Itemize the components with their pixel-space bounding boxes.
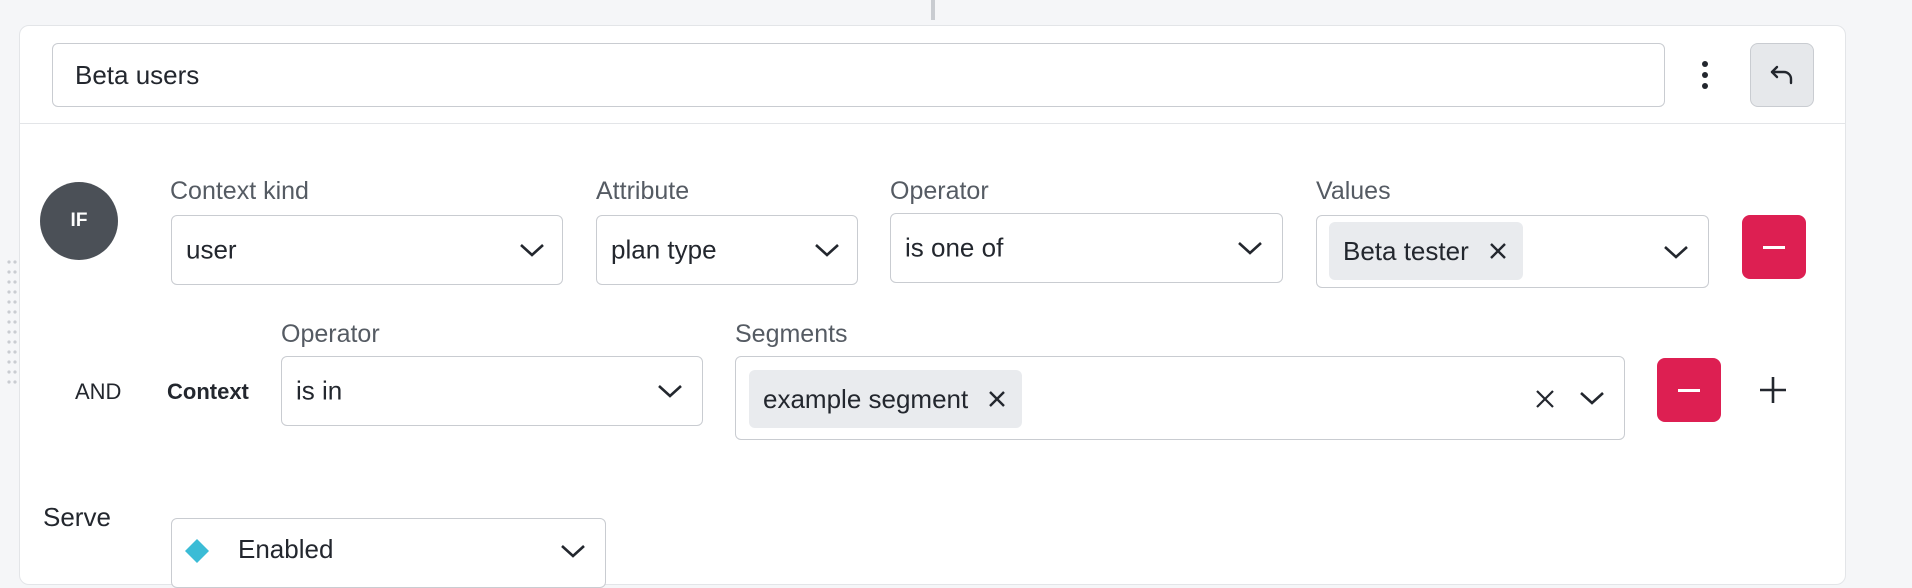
attribute-label: Attribute	[596, 177, 690, 205]
value-chip: Beta tester	[1329, 222, 1523, 280]
kebab-icon	[1702, 61, 1708, 89]
attribute-select[interactable]: plan type	[596, 215, 858, 285]
chevron-down-icon	[520, 244, 544, 257]
minus-icon	[1678, 388, 1700, 392]
serve-label: Serve	[43, 502, 111, 532]
segment-operator-value: is in	[296, 375, 343, 406]
value-chip-label: Beta tester	[1343, 235, 1469, 266]
serve-variation-select[interactable]: Enabled	[171, 518, 606, 588]
plus-icon	[1760, 377, 1786, 403]
remove-clause-button[interactable]	[1742, 215, 1806, 279]
chevron-down-icon	[1580, 392, 1604, 405]
attribute-value: plan type	[611, 234, 717, 265]
chevron-down-icon	[658, 385, 682, 398]
segments-label: Segments	[735, 320, 848, 348]
context-kind-label: Context kind	[170, 177, 309, 205]
chevron-down-icon	[1238, 242, 1262, 255]
remove-clause-button[interactable]	[1657, 358, 1721, 422]
close-icon[interactable]	[986, 388, 1008, 410]
close-icon[interactable]	[1487, 240, 1509, 262]
chevron-down-icon	[1664, 245, 1688, 259]
operator-label: Operator	[890, 177, 989, 205]
add-clause-button[interactable]	[1756, 373, 1790, 407]
context-kind-value: user	[186, 234, 237, 265]
and-label: AND	[75, 379, 122, 404]
operator-select[interactable]: is one of	[890, 213, 1283, 283]
values-label: Values	[1316, 177, 1391, 205]
chevron-down-icon	[815, 244, 839, 257]
revert-button[interactable]	[1750, 43, 1814, 107]
context-label: Context	[167, 379, 249, 404]
context-kind-select[interactable]: user	[171, 215, 563, 285]
rule-name-input[interactable]	[52, 43, 1665, 107]
rule-connector-line	[931, 0, 935, 20]
rule-header	[20, 26, 1845, 124]
more-options-button[interactable]	[1685, 54, 1725, 96]
targeting-rule-card	[19, 25, 1846, 585]
segment-operator-select[interactable]: is in	[281, 356, 703, 426]
serve-variation-value: Enabled	[238, 534, 334, 564]
drag-handle-icon[interactable]	[6, 258, 18, 386]
chevron-down-icon	[561, 545, 585, 558]
variation-color-icon	[184, 538, 210, 564]
segment-chip: example segment	[749, 370, 1023, 428]
clear-icon[interactable]	[1534, 388, 1556, 410]
undo-icon	[1770, 65, 1793, 85]
minus-icon	[1763, 245, 1785, 249]
segment-chip-label: example segment	[763, 383, 969, 414]
segment-operator-label: Operator	[281, 320, 380, 348]
if-badge: IF	[40, 182, 118, 260]
operator-value: is one of	[905, 232, 1004, 263]
